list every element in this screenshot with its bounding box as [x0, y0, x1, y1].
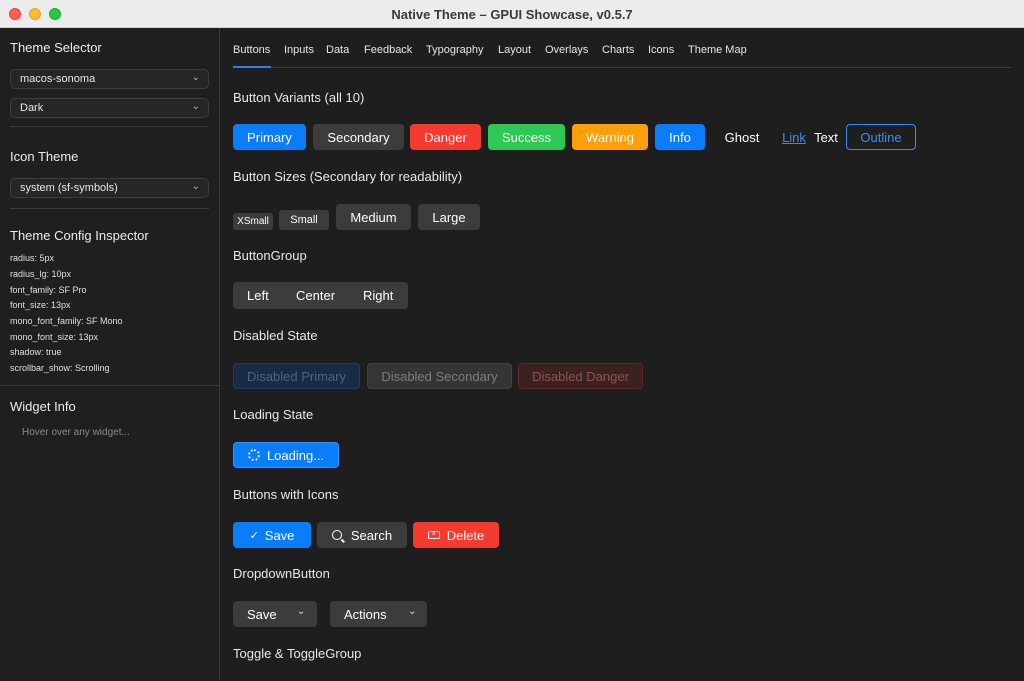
mode-select-value: Dark: [20, 102, 44, 114]
active-tab-indicator: [233, 66, 271, 68]
primary-button[interactable]: Primary: [233, 124, 306, 150]
icon-theme-select-value: system (sf-symbols): [20, 182, 118, 194]
tab-icons[interactable]: Icons: [648, 44, 674, 56]
theme-select-value: macos-sonoma: [20, 73, 96, 85]
chevron-down-icon[interactable]: ⌄: [297, 606, 305, 617]
save-dropdown-button[interactable]: Save ⌄: [233, 601, 317, 627]
search-button-label: Search: [350, 527, 393, 543]
widget-info-text: Hover over any widget...: [22, 427, 130, 438]
title-bar: Native Theme – GPUI Showcase, v0.5.7: [0, 0, 1024, 28]
danger-button[interactable]: Danger: [410, 124, 481, 150]
chevron-down-icon: ⌄: [191, 101, 200, 112]
medium-button[interactable]: Medium: [336, 204, 411, 230]
disabled-secondary-button: Disabled Secondary: [367, 363, 512, 389]
tab-inputs[interactable]: Inputs: [284, 44, 314, 56]
chevron-down-icon: ⌄: [191, 181, 200, 192]
main-content: Buttons Inputs Data Feedback Typography …: [220, 28, 1024, 681]
section-title-dropdown: DropdownButton: [233, 566, 330, 581]
tab-overlays[interactable]: Overlays: [545, 44, 588, 56]
tab-theme-map[interactable]: Theme Map: [688, 44, 747, 56]
tab-layout[interactable]: Layout: [498, 44, 531, 56]
section-title-button-group: ButtonGroup: [233, 248, 307, 263]
actions-dropdown-button[interactable]: Actions ⌄: [330, 601, 427, 627]
loading-button-label: Loading...: [266, 447, 325, 463]
chevron-down-icon[interactable]: ⌄: [408, 606, 416, 617]
section-title-sizes: Button Sizes (Secondary for readability): [233, 169, 463, 184]
xsmall-button[interactable]: XSmall: [233, 213, 273, 230]
disabled-primary-button: Disabled Primary: [233, 363, 360, 389]
divider: [0, 385, 219, 386]
tab-buttons[interactable]: Buttons: [233, 44, 270, 56]
link-button[interactable]: Link: [779, 124, 809, 150]
theme-selector-heading: Theme Selector: [10, 40, 102, 55]
secondary-button[interactable]: Secondary: [313, 124, 404, 150]
text-button[interactable]: Text: [811, 124, 841, 150]
large-button[interactable]: Large: [418, 204, 480, 230]
config-line: scrollbar_show: Scrolling: [10, 363, 110, 373]
chevron-down-icon: ⌄: [191, 72, 200, 83]
window-title: Native Theme – GPUI Showcase, v0.5.7: [391, 7, 633, 22]
save-button-label: Save: [264, 527, 295, 543]
config-line: radius_lg: 10px: [10, 269, 72, 279]
magnifier-icon: [331, 530, 342, 540]
save-button[interactable]: ✓ Save: [233, 522, 311, 548]
divider: [10, 208, 209, 209]
search-button[interactable]: Search: [317, 522, 407, 548]
outline-button[interactable]: Outline: [846, 124, 916, 150]
icon-theme-select[interactable]: system (sf-symbols) ⌄: [10, 178, 209, 198]
config-line: mono_font_size: 13px: [10, 332, 99, 342]
section-title-loading: Loading State: [233, 407, 314, 422]
mode-select[interactable]: Dark ⌄: [10, 98, 209, 118]
delete-backward-icon: ×: [427, 531, 440, 539]
tab-typography[interactable]: Typography: [426, 44, 483, 56]
theme-config-inspector-heading: Theme Config Inspector: [10, 228, 149, 243]
small-button[interactable]: Small: [279, 210, 329, 230]
config-line: shadow: true: [10, 347, 62, 357]
ghost-button[interactable]: Ghost: [715, 124, 769, 150]
section-title-icons: Buttons with Icons: [233, 487, 339, 502]
config-line: mono_font_family: SF Mono: [10, 316, 123, 326]
button-group-right[interactable]: Right: [363, 288, 393, 303]
divider: [10, 126, 209, 127]
config-line: font_family: SF Pro: [10, 285, 87, 295]
info-button[interactable]: Info: [655, 124, 705, 150]
config-line: radius: 5px: [10, 253, 55, 263]
loading-button[interactable]: Loading...: [233, 442, 339, 468]
button-group-center[interactable]: Center: [296, 288, 335, 303]
icon-theme-heading: Icon Theme: [10, 149, 79, 164]
button-group: Left Center Right: [233, 282, 408, 309]
section-title-disabled: Disabled State: [233, 328, 318, 343]
save-dropdown-label: Save: [247, 607, 277, 622]
sidebar: Theme Selector macos-sonoma ⌄ Dark ⌄ Ico…: [0, 28, 220, 681]
delete-button[interactable]: × Delete: [413, 522, 499, 548]
success-button[interactable]: Success: [488, 124, 565, 150]
theme-select[interactable]: macos-sonoma ⌄: [10, 69, 209, 89]
checkmark-icon: ✓: [249, 529, 259, 542]
config-line: font_size: 13px: [10, 300, 71, 310]
section-title-variants: Button Variants (all 10): [233, 90, 365, 105]
tab-charts[interactable]: Charts: [602, 44, 634, 56]
widget-info-heading: Widget Info: [10, 399, 76, 414]
actions-dropdown-label: Actions: [344, 607, 387, 622]
tab-bar-divider: [233, 67, 1011, 68]
warning-button[interactable]: Warning: [572, 124, 648, 150]
tab-feedback[interactable]: Feedback: [364, 44, 412, 56]
button-group-left[interactable]: Left: [247, 288, 269, 303]
spinner-icon: [247, 449, 260, 461]
disabled-danger-button: Disabled Danger: [518, 363, 643, 389]
delete-button-label: Delete: [446, 527, 485, 543]
tab-data[interactable]: Data: [326, 44, 349, 56]
section-title-toggle: Toggle & ToggleGroup: [233, 646, 362, 661]
